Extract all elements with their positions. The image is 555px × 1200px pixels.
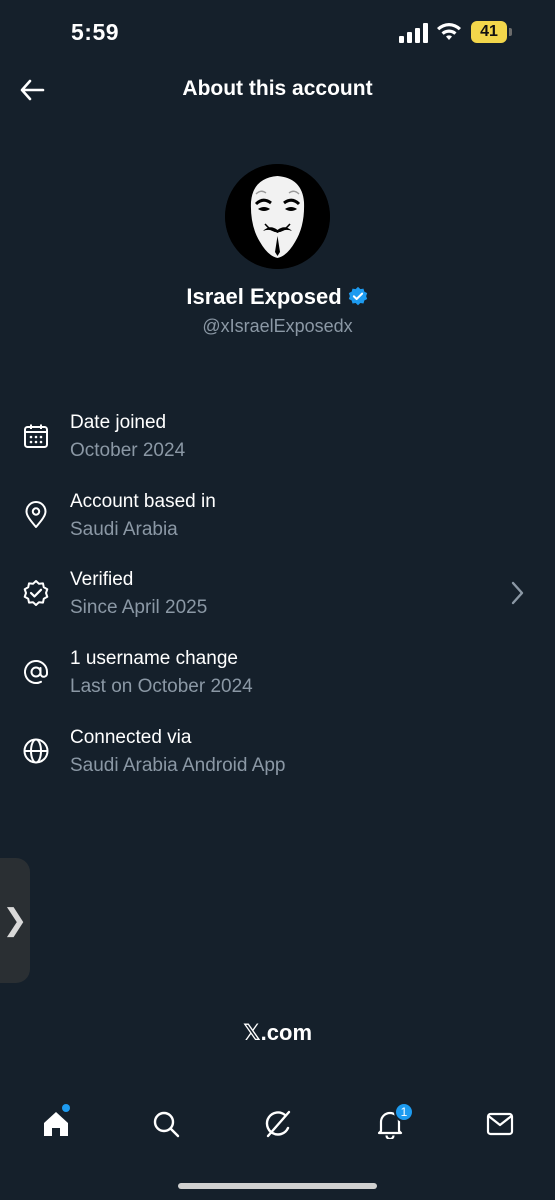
info-row-account-based-in: Account based in Saudi Arabia	[0, 479, 555, 549]
info-subtitle: Last on October 2024	[70, 676, 253, 697]
location-pin-icon	[25, 501, 47, 528]
page-title: About this account	[182, 77, 373, 100]
info-subtitle: October 2024	[70, 440, 186, 461]
guy-fawkes-mask-image	[225, 164, 330, 269]
globe-icon	[23, 738, 49, 764]
home-icon	[44, 1112, 68, 1136]
tab-search[interactable]	[146, 1104, 186, 1144]
verified-badge-icon	[348, 286, 367, 306]
search-icon	[153, 1111, 180, 1138]
display-name: Israel Exposed	[186, 284, 342, 309]
home-dot-badge	[62, 1104, 70, 1112]
cellular-signal-icon	[399, 23, 428, 43]
chevron-right-icon	[511, 581, 524, 605]
status-bar: 5:59 41	[0, 0, 555, 64]
info-title: Account based in	[70, 491, 216, 512]
header: About this account	[0, 64, 555, 116]
home-indicator[interactable]	[178, 1183, 377, 1189]
handle: @xIsraelExposedx	[202, 316, 353, 336]
info-title: Verified	[70, 569, 134, 590]
chevron-right-icon: ❯	[2, 904, 28, 937]
notifications-count-badge: 1	[394, 1102, 414, 1122]
info-row-username-change: 1 username change Last on October 2024	[0, 636, 555, 706]
wifi-icon	[437, 23, 461, 40]
side-drawer-handle[interactable]: ❯	[0, 858, 30, 983]
display-name-row: Israel Exposed	[0, 284, 555, 310]
info-subtitle: Saudi Arabia	[70, 519, 178, 540]
envelope-icon	[486, 1112, 514, 1136]
grok-icon	[265, 1110, 291, 1138]
screen: 5:59 41 About this account Israel Expose…	[0, 0, 555, 1200]
x-com-link[interactable]: 𝕏.com	[0, 1020, 555, 1046]
tab-notifications[interactable]: 1	[370, 1102, 414, 1144]
info-subtitle: Saudi Arabia Android App	[70, 755, 286, 776]
verified-check-icon	[23, 580, 49, 606]
tab-grok[interactable]	[258, 1104, 298, 1144]
avatar[interactable]	[225, 164, 330, 269]
tab-messages[interactable]	[480, 1104, 520, 1144]
calendar-icon	[24, 424, 48, 448]
info-row-connected-via: Connected via Saudi Arabia Android App	[0, 715, 555, 785]
tab-home[interactable]	[36, 1104, 76, 1144]
info-title: Date joined	[70, 412, 167, 433]
info-row-verified[interactable]: Verified Since April 2025	[0, 557, 555, 627]
at-sign-icon	[24, 660, 48, 684]
info-title: Connected via	[70, 727, 192, 748]
status-time: 5:59	[71, 19, 120, 45]
battery-icon: 41	[471, 21, 513, 43]
info-subtitle: Since April 2025	[70, 597, 208, 618]
tab-bar: 1	[0, 1090, 555, 1160]
info-title: 1 username change	[70, 648, 238, 669]
battery-level: 41	[480, 23, 498, 40]
info-row-date-joined: Date joined October 2024	[0, 400, 555, 470]
